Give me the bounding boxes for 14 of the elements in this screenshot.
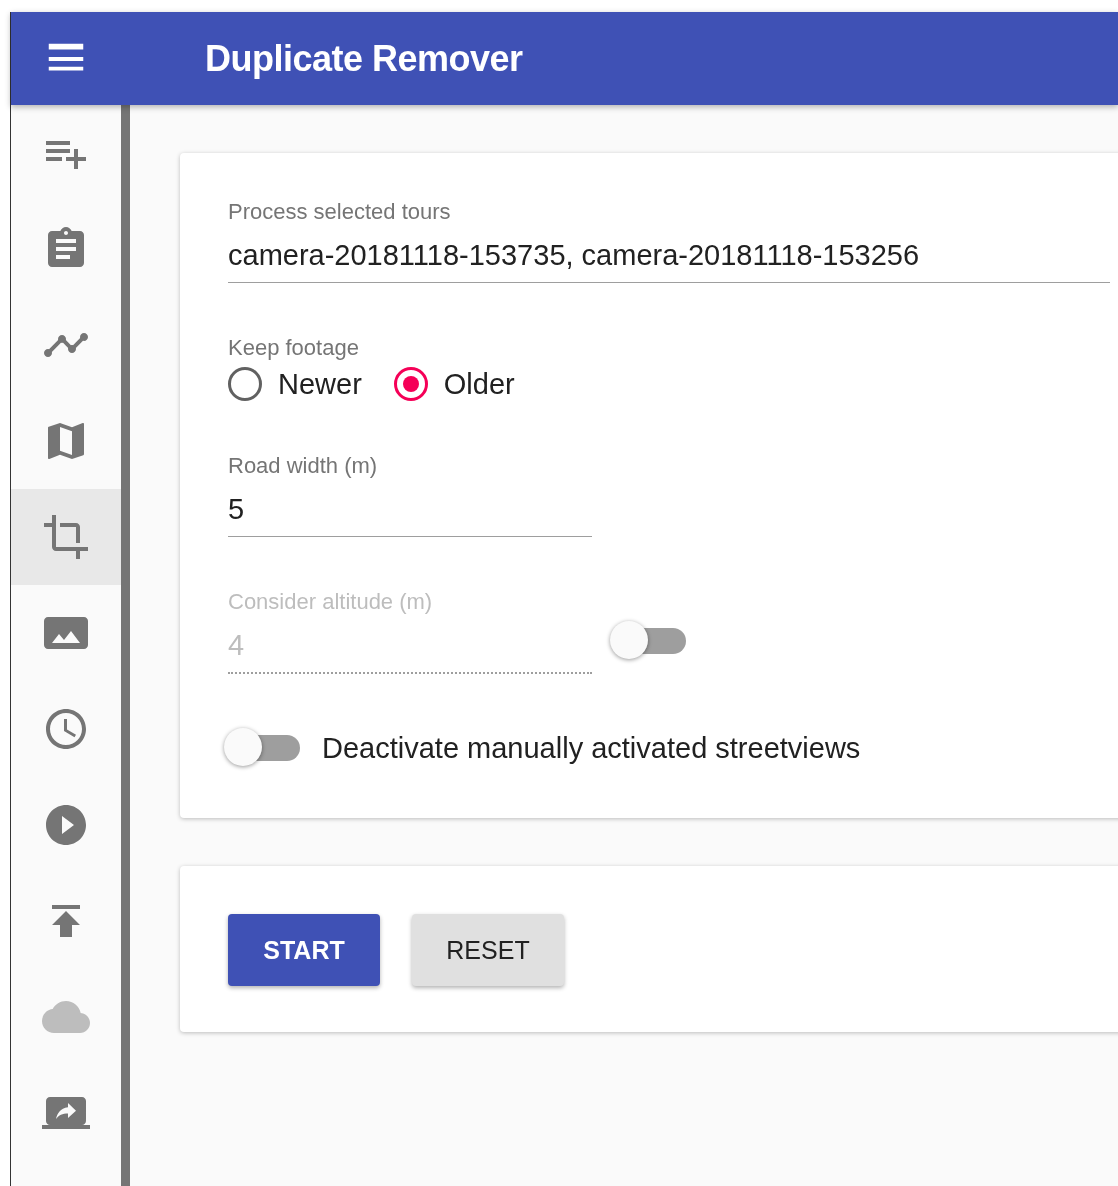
field-label: Road width (m) — [228, 453, 378, 479]
field-label: Process selected tours — [228, 199, 451, 225]
sidebar-item[interactable] — [11, 489, 121, 585]
radio-option[interactable]: Newer — [228, 367, 362, 401]
crop-icon — [42, 513, 90, 561]
field-label: Keep footage — [228, 335, 359, 361]
field-label: Consider altitude (m) — [228, 589, 433, 615]
reset-button[interactable]: RESET — [412, 914, 564, 986]
input-field[interactable]: camera-20181118-153735, camera-20181118-153256 — [228, 225, 1110, 283]
radio-option[interactable]: Older — [393, 367, 515, 401]
input-field[interactable]: 5 — [228, 479, 592, 537]
toggle-label: Deactivate manually activated streetviews — [322, 731, 861, 765]
start-button[interactable]: START — [228, 914, 380, 986]
app-title: Duplicate Remover — [205, 37, 523, 80]
